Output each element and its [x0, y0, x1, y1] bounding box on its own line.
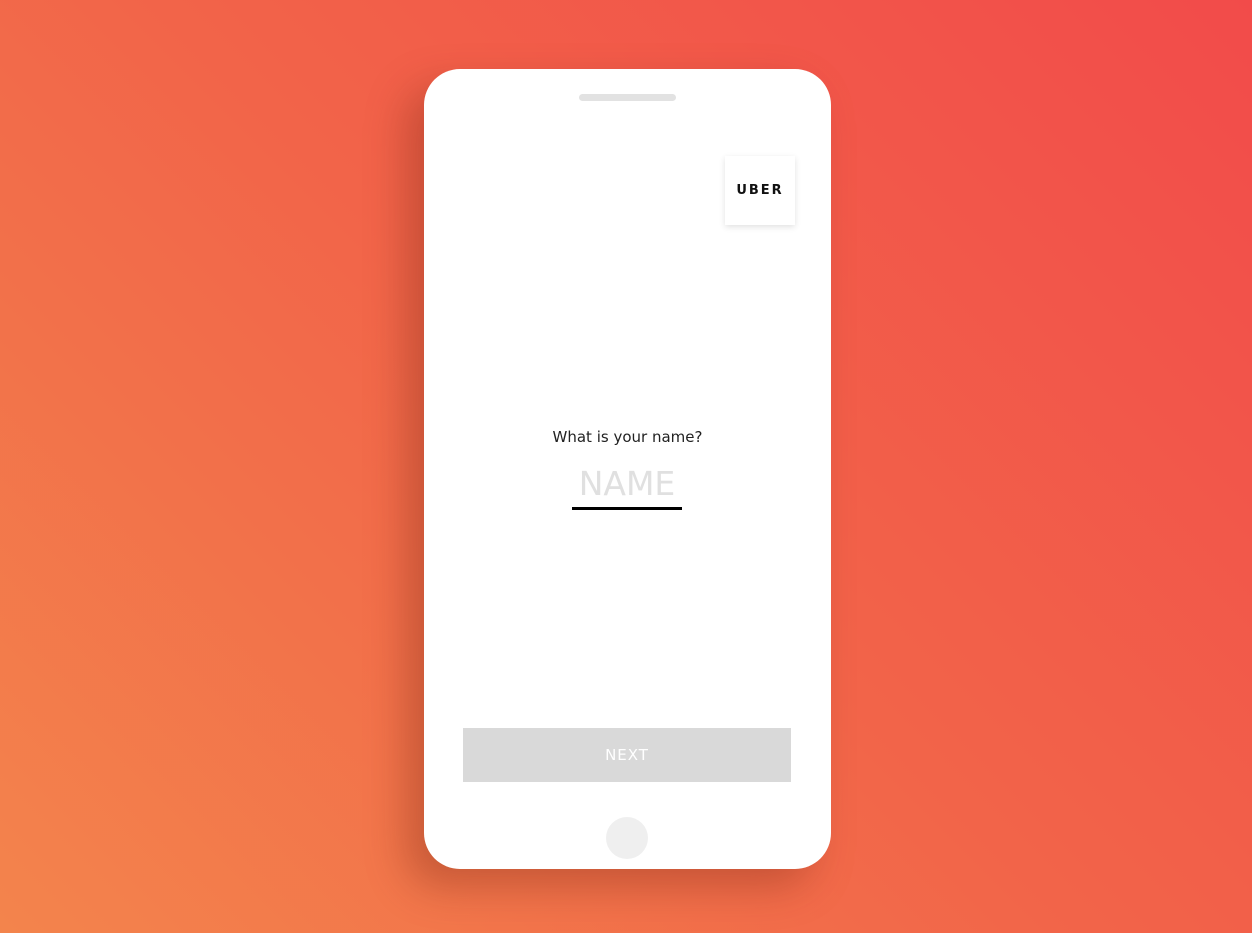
home-button[interactable] [606, 817, 648, 859]
phone-speaker [579, 94, 676, 101]
next-button[interactable]: NEXT [463, 728, 791, 782]
logo-text: UBER [736, 183, 784, 198]
name-question-label: What is your name? [552, 428, 703, 446]
name-input[interactable] [572, 460, 682, 510]
phone-frame: UBER What is your name? NEXT [424, 69, 831, 869]
uber-logo-icon: UBER [725, 156, 795, 225]
